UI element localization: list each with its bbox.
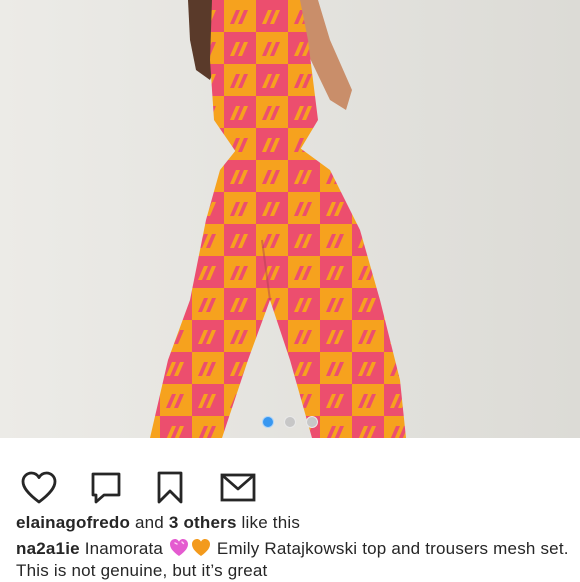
post-action-bar	[0, 462, 580, 510]
comment-icon	[91, 472, 121, 504]
likes-suffix-text: like this	[236, 513, 301, 532]
post-photo[interactable]	[0, 0, 580, 438]
share-button[interactable]	[218, 468, 258, 508]
carousel-dot-3[interactable]	[306, 416, 318, 428]
post-caption: na2a1ie Inamorata Emily Ratajkowski top …	[16, 538, 572, 582]
carousel-dot-2[interactable]	[284, 416, 296, 428]
likes-and-text: and	[130, 513, 169, 532]
likes-others-count[interactable]: 3 others	[169, 513, 237, 532]
photo-illustration	[0, 0, 580, 438]
bookmark-icon	[157, 471, 183, 504]
caption-username[interactable]: na2a1ie	[16, 539, 80, 558]
liked-by-username[interactable]: elainagofredo	[16, 513, 130, 532]
pink-heart-icon	[169, 539, 188, 556]
caption-text-start: Inamorata	[79, 539, 168, 558]
heart-icon	[21, 471, 57, 504]
likes-summary: elainagofredo and 3 others like this	[16, 513, 300, 533]
orange-heart-icon	[191, 539, 210, 556]
send-icon	[220, 473, 256, 502]
save-button[interactable]	[150, 468, 190, 508]
comment-button[interactable]	[86, 468, 126, 508]
carousel-indicator[interactable]	[0, 416, 580, 428]
carousel-dot-1[interactable]	[262, 416, 274, 428]
like-button[interactable]	[19, 468, 59, 508]
